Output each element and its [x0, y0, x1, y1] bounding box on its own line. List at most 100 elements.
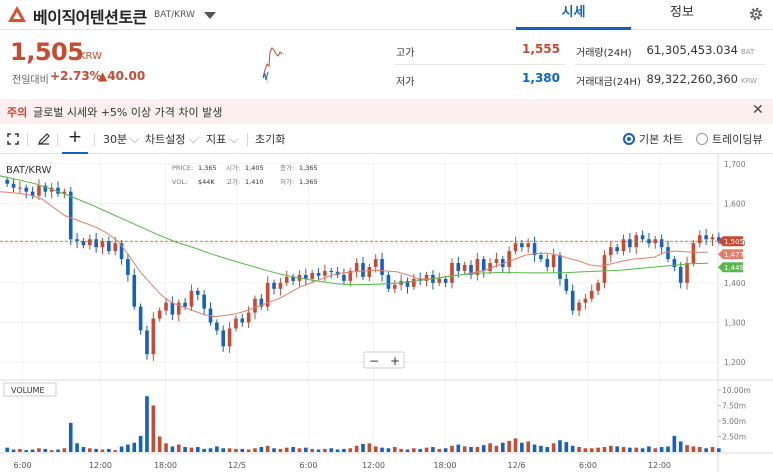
candle	[126, 259, 130, 275]
volume-bar	[24, 450, 29, 452]
volume-bar	[119, 446, 124, 452]
candlestick-chart-svg[interactable]: 1,2001,3001,4001,5001,6001,7006:0012:001…	[0, 154, 773, 472]
candle	[570, 290, 575, 311]
tradingview-radio[interactable]	[696, 133, 708, 145]
volume-bar	[539, 445, 543, 452]
volume-bar	[659, 447, 664, 452]
divider	[247, 133, 248, 146]
volume-bar	[189, 447, 194, 452]
volume-bar	[202, 448, 206, 452]
reset-button[interactable]: 초기화	[255, 131, 285, 147]
volume-bar	[513, 438, 518, 452]
x-tick-label: 12:00	[362, 461, 385, 470]
tab-info[interactable]: 정보	[631, 0, 733, 30]
candle	[215, 322, 219, 331]
candle	[151, 318, 156, 355]
candle	[392, 284, 397, 289]
candle	[113, 243, 117, 252]
pencil-icon[interactable]	[37, 132, 51, 146]
volume-bar	[691, 446, 696, 452]
volume-unit: BAT	[741, 48, 755, 56]
volume-bar	[621, 447, 626, 452]
volume-value: 61,305,453.034	[646, 43, 738, 57]
price-gap-notice: 주의 글로벌 시세와 +5% 이상 가격 차이 발생 ✕	[0, 99, 773, 124]
candle	[87, 239, 92, 246]
volume-bar	[310, 448, 314, 452]
volume-bar	[628, 447, 632, 452]
volume-bar	[602, 447, 607, 452]
volume-bar	[234, 448, 238, 452]
chart-settings-menu[interactable]: 차트설정 ⌵	[145, 131, 197, 147]
crosshair-plus-icon[interactable]: +	[62, 124, 88, 154]
volume-bar	[672, 435, 677, 452]
candle	[18, 187, 22, 189]
basic-chart-radio[interactable]	[623, 133, 635, 145]
x-tick-label: 6:00	[14, 461, 32, 470]
chevron-down-icon: ⌵	[185, 133, 198, 146]
volume-bar	[348, 448, 353, 452]
candle	[558, 255, 562, 279]
candle	[564, 278, 569, 291]
x-tick-label: 12:00	[89, 461, 112, 470]
volume-bar	[462, 446, 467, 452]
zoom-in-button[interactable]: +	[390, 354, 400, 368]
candle	[278, 282, 283, 289]
coin-pair[interactable]: BAT/KRW	[154, 10, 195, 20]
candle	[704, 235, 708, 240]
candle	[450, 263, 454, 283]
candle	[697, 235, 702, 244]
candle	[240, 318, 245, 323]
chart-symbol: BAT/KRW	[6, 165, 52, 176]
close-icon[interactable]: ✕	[752, 102, 764, 118]
chevron-down-icon: ⌵	[226, 133, 239, 146]
coin-selector-chevron-down-icon[interactable]	[204, 12, 216, 19]
candle	[132, 274, 137, 307]
basic-chart-label[interactable]: 기본 차트	[639, 131, 683, 147]
volume-bar	[87, 448, 92, 452]
x-tick-label: 6:00	[579, 461, 597, 470]
volume-bar	[81, 447, 86, 452]
candle	[107, 241, 111, 252]
candle	[11, 183, 16, 188]
interval-label: 30분	[103, 133, 128, 146]
interval-select[interactable]: 30분 ⌵	[103, 131, 139, 147]
volume-bar	[545, 447, 550, 452]
volume-pane-label: VOLUME	[11, 386, 45, 395]
amount-value: 89,322,260,360	[646, 72, 738, 86]
chart-background	[0, 154, 773, 472]
candle	[342, 274, 346, 281]
divider	[57, 133, 58, 146]
volume-bar	[392, 447, 397, 452]
price-chart[interactable]: 1,2001,3001,4001,5001,6001,7006:0012:001…	[0, 154, 773, 472]
fullscreen-icon[interactable]	[7, 133, 19, 145]
candle	[596, 282, 600, 291]
volume-bar	[18, 448, 22, 452]
y-tick-label: 1,700	[724, 160, 746, 169]
tradingview-label[interactable]: 트레이딩뷰	[712, 131, 763, 147]
volume-bar	[208, 448, 213, 452]
volume-bar	[647, 446, 651, 452]
volume-bar	[56, 449, 60, 452]
volume-bar	[157, 436, 162, 452]
candle	[5, 179, 9, 184]
volume-bar	[195, 447, 200, 452]
candle	[94, 239, 98, 248]
volume-bar	[37, 448, 41, 452]
zoom-out-button[interactable]: −	[369, 354, 379, 368]
x-tick-label: 12/6	[508, 461, 526, 470]
volume-bar	[577, 447, 581, 452]
coin-name[interactable]: 베이직어텐션토큰	[33, 4, 147, 28]
tab-quote[interactable]: 시세	[516, 0, 631, 30]
candle	[24, 187, 29, 192]
volume-bar	[564, 442, 569, 452]
volume-bar	[596, 447, 600, 452]
candle	[380, 259, 384, 275]
gear-icon[interactable]	[748, 6, 764, 22]
price-unit: KRW	[79, 51, 102, 62]
candle	[157, 310, 162, 319]
indicators-menu[interactable]: 지표 ⌵	[206, 131, 238, 147]
candle	[170, 302, 175, 315]
ohlc-key: PRICE:	[172, 164, 193, 172]
candle	[666, 247, 670, 260]
volume-bar	[697, 447, 702, 452]
